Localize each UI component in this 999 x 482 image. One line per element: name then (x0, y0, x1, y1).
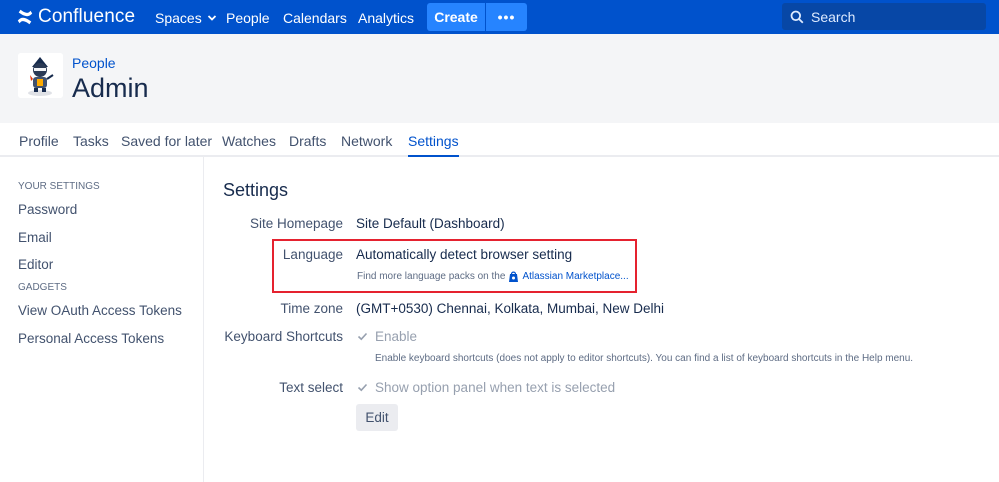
logo-text: Confluence (38, 6, 136, 27)
breadcrumb-people[interactable]: People (72, 55, 116, 71)
keyboard-shortcuts-label: Keyboard Shortcuts (224, 329, 343, 344)
keyboard-shortcuts-checkbox-row[interactable]: Enable (356, 329, 417, 344)
sidebar-item-oauth-tokens[interactable]: View OAuth Access Tokens (18, 303, 182, 318)
sidebar-item-editor[interactable]: Editor (18, 257, 53, 272)
tab-settings[interactable]: Settings (408, 133, 459, 157)
text-select-checkbox-row[interactable]: Show option panel when text is selected (356, 380, 615, 395)
sidebar-item-personal-tokens[interactable]: Personal Access Tokens (18, 331, 164, 346)
text-select-value: Show option panel when text is selected (375, 380, 616, 395)
nav-spaces-label: Spaces (155, 10, 202, 26)
tab-drafts[interactable]: Drafts (289, 133, 326, 157)
search-input[interactable]: Search (782, 3, 986, 30)
sidebar-item-password[interactable]: Password (18, 202, 77, 217)
gadgets-heading: GADGETS (18, 282, 67, 293)
timezone-label: Time zone (280, 301, 343, 316)
tab-network[interactable]: Network (341, 133, 392, 157)
profile-header: People Admin (0, 34, 999, 123)
tab-saved-for-later[interactable]: Saved for later (121, 133, 212, 157)
nav-calendars[interactable]: Calendars (283, 9, 347, 27)
more-button[interactable]: ••• (486, 3, 527, 31)
nav-analytics[interactable]: Analytics (358, 9, 414, 27)
tab-profile[interactable]: Profile (19, 133, 59, 157)
more-dots-icon: ••• (497, 9, 516, 25)
page-title: Admin (72, 73, 149, 103)
nav-people[interactable]: People (226, 9, 270, 27)
confluence-icon (17, 9, 33, 25)
checkmark-icon[interactable] (356, 330, 369, 343)
text-select-label: Text select (279, 380, 343, 395)
site-homepage-value: Site Default (Dashboard) (356, 216, 505, 231)
avatar[interactable] (18, 53, 63, 98)
keyboard-shortcuts-value: Enable (375, 329, 418, 344)
search-icon (790, 10, 804, 23)
nav-spaces[interactable]: Spaces (155, 9, 217, 27)
checkmark-icon[interactable] (356, 381, 369, 394)
your-settings-heading: YOUR SETTINGS (18, 181, 100, 192)
sidebar-item-email[interactable]: Email (18, 230, 52, 245)
site-homepage-label: Site Homepage (249, 216, 343, 231)
chevron-down-icon (207, 15, 216, 21)
profile-tabs: Profile Tasks Saved for later Watches Dr… (0, 123, 999, 157)
create-button[interactable]: Create (427, 3, 485, 31)
search-placeholder: Search (811, 8, 856, 25)
avatar-image (18, 53, 63, 98)
keyboard-shortcuts-description: Enable keyboard shortcuts (does not appl… (375, 353, 914, 364)
language-highlight-box (272, 239, 637, 293)
settings-sidebar: YOUR SETTINGS Password Email Editor GADG… (0, 157, 204, 482)
tab-watches[interactable]: Watches (222, 133, 276, 157)
top-navigation: Confluence Spaces People Calendars Analy… (0, 0, 999, 34)
settings-title: Settings (223, 180, 289, 200)
timezone-value: (GMT+0530) Chennai, Kolkata, Mumbai, New… (356, 301, 665, 316)
edit-button[interactable]: Edit (356, 404, 398, 431)
tab-tasks[interactable]: Tasks (73, 133, 109, 157)
confluence-logo[interactable]: Confluence (16, 6, 135, 28)
